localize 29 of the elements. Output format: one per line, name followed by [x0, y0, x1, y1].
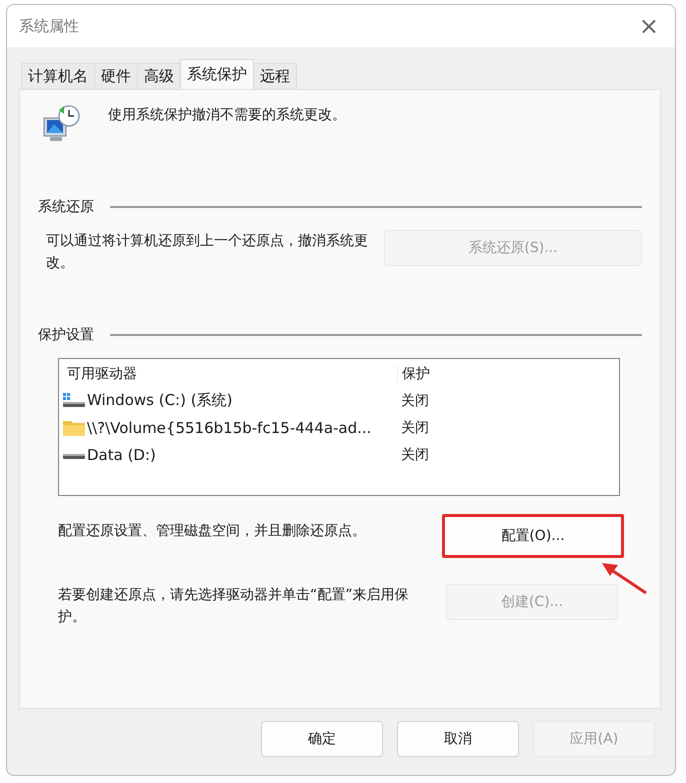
restore-description: 可以通过将计算机还原到上一个还原点，撤消系统更改。	[46, 232, 369, 273]
drive-icon	[63, 454, 85, 458]
group-heading: 保护设置	[38, 326, 94, 344]
tab[interactable]: 高级	[137, 63, 181, 89]
folder-icon	[63, 420, 85, 436]
close-button[interactable]: ×	[632, 12, 665, 40]
drive-name[interactable]: \\?\Volume{5516b15b-fc15-444a-ad...	[87, 418, 372, 436]
tab[interactable]: 计算机名	[21, 63, 95, 89]
windows-drive-icon	[63, 392, 85, 408]
configure-button[interactable]: 配置(O)...	[442, 514, 624, 558]
intro-text: 使用系统保护撤消不需要的系统更改。	[108, 106, 346, 125]
computer-clock-icon	[42, 104, 82, 144]
protection-status: 关闭	[400, 446, 429, 464]
tab[interactable]: 远程	[253, 63, 297, 89]
group-heading: 系统还原	[38, 198, 94, 216]
protection-status: 关闭	[400, 418, 429, 436]
tab[interactable]: 硬件	[94, 63, 138, 89]
window-title: 系统属性	[19, 16, 79, 36]
annotation-arrow	[600, 560, 650, 596]
protection-status: 关闭	[400, 392, 429, 410]
drive-name[interactable]: Windows (C:) (系统)	[87, 391, 232, 410]
column-header[interactable]: 可用驱动器	[59, 365, 397, 383]
create-description: 若要创建还原点，请先选择驱动器并单击“配置”来启用保护。	[58, 586, 410, 627]
column-header[interactable]: 保护	[397, 365, 430, 383]
drive-name[interactable]: Data (D:)	[87, 446, 156, 464]
dialog-button[interactable]: 确定	[261, 721, 383, 757]
tab[interactable]: 系统保护	[180, 59, 254, 89]
configure-description: 配置还原设置、管理磁盘空间，并且删除还原点。	[58, 522, 367, 541]
dialog-button[interactable]: 取消	[397, 721, 519, 757]
